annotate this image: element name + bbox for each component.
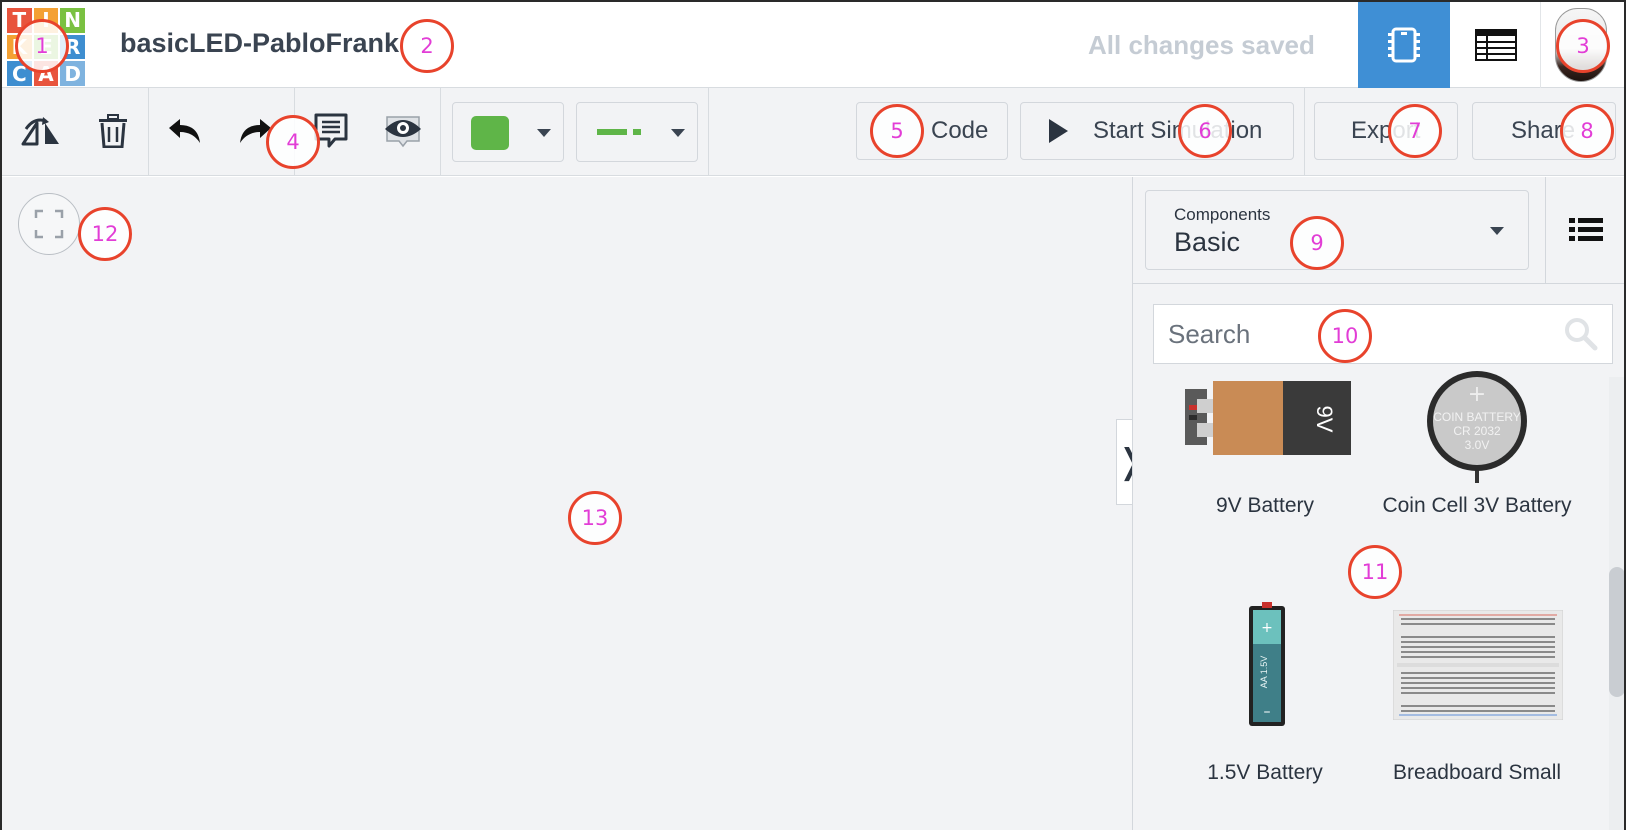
annotation-marker: 3 [1556, 19, 1610, 73]
components-value: Basic [1174, 227, 1241, 257]
component-name: Coin Cell 3V Battery [1382, 494, 1572, 517]
component-item-9v-battery[interactable]: 9V 9V Battery [1165, 369, 1365, 544]
9v-battery-text: 9V [1312, 406, 1337, 433]
annotation-marker: 6 [1178, 104, 1232, 158]
annotation-marker: 9 [1290, 216, 1344, 270]
visibility-button[interactable] [380, 108, 426, 154]
annotation-marker: 2 [400, 19, 454, 73]
undo-icon [169, 119, 200, 143]
component-name: 9V Battery [1215, 494, 1315, 517]
components-label: Components [1174, 205, 1271, 224]
components-panel: Components Basic Search 9V 9V Battery + … [1132, 177, 1624, 830]
annotation-marker: 11 [1348, 545, 1402, 599]
svg-text:–: – [1264, 704, 1271, 720]
start-simulation-button[interactable]: Start Simulation [1020, 102, 1294, 160]
component-name: 1.5V Battery [1207, 761, 1323, 784]
chevron-down-icon [537, 129, 551, 137]
schematic-view-icon [1475, 29, 1517, 61]
annotation-marker: 13 [568, 491, 622, 545]
annotation-marker: 5 [870, 104, 924, 158]
breadboard-view-icon [1388, 27, 1420, 63]
logo-letter: D [60, 61, 85, 86]
annotation-marker: 4 [266, 115, 320, 169]
project-title[interactable]: basicLED-PabloFrank [120, 28, 399, 59]
coin-battery-line-1: COIN BATTERY [1433, 410, 1521, 424]
component-item-coin-cell-battery[interactable]: + COIN BATTERY CR 2032 3.0V Coin Cell 3V… [1377, 369, 1577, 544]
rotate-button[interactable] [18, 108, 64, 154]
logo-letter: N [60, 8, 85, 33]
component-item-breadboard-small[interactable]: Breadboard Small [1377, 602, 1577, 802]
rotate-icon [21, 117, 59, 146]
component-item-1-5v-battery[interactable]: + – AA 1.5V 1.5V Battery [1165, 602, 1365, 802]
9v-battery-icon: 9V [1185, 381, 1351, 455]
list-view-button[interactable] [1545, 177, 1624, 283]
code-button-label: Code [931, 117, 989, 144]
search-icon[interactable] [1564, 317, 1598, 351]
annotation-marker: 8 [1560, 104, 1614, 158]
svg-text:+: + [1468, 382, 1486, 407]
chevron-down-icon [1490, 227, 1504, 235]
circuit-view-button[interactable] [1358, 2, 1450, 88]
play-icon [1049, 119, 1068, 143]
undo-button[interactable] [162, 108, 208, 154]
fit-view-button[interactable] [18, 193, 80, 255]
app-window: T I N K E R C A D basicLED-PabloFrank Al… [0, 0, 1626, 830]
panel-divider [1133, 283, 1624, 284]
schematic-view-button[interactable] [1450, 2, 1542, 88]
toolbar-divider [708, 88, 709, 176]
chevron-down-icon [671, 129, 685, 137]
aa-battery-icon: + – AA 1.5V [1249, 602, 1285, 726]
wire-type-dropdown[interactable] [576, 102, 698, 162]
delete-button[interactable] [90, 108, 136, 154]
annotation-marker: 7 [1388, 104, 1442, 158]
toolbar-divider [148, 88, 149, 176]
scrollbar-thumb[interactable] [1609, 567, 1624, 697]
coin-cell-battery-icon: + COIN BATTERY CR 2032 3.0V [1427, 371, 1527, 483]
edit-toolbar: Code Start Simulation Export Share [2, 88, 1624, 176]
wire-color-swatch [471, 116, 509, 150]
eye-icon [385, 116, 421, 148]
coin-battery-line-2: CR 2032 [1453, 424, 1501, 438]
fit-to-view-icon [34, 209, 64, 239]
list-view-icon [1568, 218, 1603, 241]
top-header: T I N K E R C A D basicLED-PabloFrank Al… [2, 2, 1624, 88]
wire-color-dropdown[interactable] [452, 102, 564, 162]
toolbar-divider [440, 88, 441, 176]
component-search [1153, 304, 1613, 364]
svg-text:+: + [1261, 620, 1273, 636]
aa-battery-text: AA 1.5V [1259, 656, 1269, 689]
save-status: All changes saved [1088, 30, 1315, 60]
wire-type-icon [597, 129, 641, 135]
breadboard-icon [1393, 610, 1563, 720]
trash-icon [99, 114, 127, 148]
toolbar-divider [1304, 88, 1305, 176]
annotation-marker: 10 [1318, 309, 1372, 363]
circuit-canvas[interactable] [2, 177, 1132, 830]
coin-battery-line-3: 3.0V [1465, 438, 1490, 452]
annotation-marker: 12 [78, 207, 132, 261]
component-name: Breadboard Small [1392, 761, 1562, 784]
annotation-marker: 1 [15, 19, 69, 73]
